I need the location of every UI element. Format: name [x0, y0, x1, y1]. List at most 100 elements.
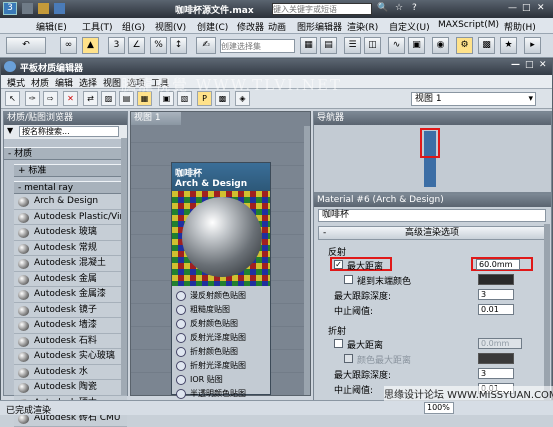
rollout-advanced-rendering[interactable]: - 高级渲染选项 [318, 226, 546, 240]
align-icon[interactable]: ▤ [320, 37, 337, 54]
star-icon[interactable]: ☆ [395, 3, 403, 13]
socket-icon[interactable] [176, 319, 186, 329]
material-name-field[interactable]: 咖啡杯 [318, 209, 546, 222]
node-input-slot[interactable]: 折射颜色贴图 [172, 345, 270, 359]
render-setup-icon[interactable]: ⚙ [456, 37, 473, 54]
group-materials[interactable]: - 材质 [4, 147, 127, 160]
refraction-max-distance-checkbox[interactable] [334, 339, 343, 348]
close-button[interactable]: ✕ [537, 3, 545, 13]
pick-material-icon[interactable]: ✑ [25, 91, 40, 106]
socket-icon[interactable] [176, 333, 186, 343]
rendered-frame-icon[interactable]: ▩ [478, 37, 495, 54]
reflection-max-distance-checkbox[interactable]: ✓ [334, 260, 343, 269]
maximize-button[interactable]: □ [522, 3, 531, 13]
group-mental-ray[interactable]: - mental ray [14, 181, 127, 194]
layer-manager-icon[interactable]: ☰ [344, 37, 361, 54]
fade-to-end-color-checkbox[interactable] [344, 275, 353, 284]
sme-minimize-button[interactable]: — [511, 60, 520, 70]
help-icon[interactable]: ? [412, 3, 417, 13]
ribbon-icon[interactable]: ◫ [364, 37, 381, 54]
sme-maximize-button[interactable]: □ [525, 60, 534, 70]
angle-snap-icon[interactable]: ∠ [128, 37, 145, 54]
node-input-slot[interactable]: 粗糙度贴图 [172, 303, 270, 317]
material-list-item[interactable]: Autodesk 石料 [14, 333, 127, 349]
hide-unused-slots-icon[interactable]: ▨ [101, 91, 116, 106]
socket-icon[interactable] [176, 291, 186, 301]
sme-close-button[interactable]: ✕ [539, 60, 547, 70]
material-list-item[interactable]: Autodesk 实心玻璃 [14, 349, 127, 365]
material-list-item[interactable]: Arch & Design [14, 194, 127, 210]
new-file-icon[interactable] [22, 3, 33, 14]
material-list-item[interactable]: Autodesk 金属漆 [14, 287, 127, 303]
navigator-viewport-rect[interactable] [420, 128, 440, 158]
group-standard[interactable]: + 标准 [14, 164, 127, 177]
socket-icon[interactable] [176, 361, 186, 371]
browser-options-icon[interactable]: ▼ [7, 126, 13, 135]
menu-customize[interactable]: 自定义(U) [389, 20, 430, 33]
refraction-color-swatch[interactable] [478, 353, 514, 364]
curve-editor-icon[interactable]: ∿ [388, 37, 405, 54]
search-icon[interactable]: 🔍 [377, 3, 388, 13]
snap-3d-icon[interactable]: 3 [108, 37, 125, 54]
node-input-slot[interactable]: 反射颜色贴图 [172, 317, 270, 331]
menu-group[interactable]: 组(G) [122, 20, 145, 33]
toolbar-more-icon[interactable]: ▸ [524, 37, 541, 54]
refraction-color-checkbox[interactable] [344, 354, 353, 363]
zoom-dropdown[interactable]: 100% [424, 402, 454, 414]
schematic-view-icon[interactable]: ▣ [408, 37, 425, 54]
reflection-cutoff-spinner[interactable]: 0.01 [478, 304, 514, 315]
sme-menu-material[interactable]: 材质 [31, 76, 49, 89]
material-node[interactable]: 咖啡杯 Arch & Design 漫反射颜色贴图 粗糙度贴图 反射颜色贴图 反射光泽… [171, 162, 271, 399]
undo-button[interactable]: ↶ [6, 37, 46, 54]
sme-menu-edit[interactable]: 编辑 [55, 76, 73, 89]
menu-help[interactable]: 帮助(H) [504, 20, 536, 33]
render-production-icon[interactable]: ★ [500, 37, 517, 54]
save-file-icon[interactable] [54, 3, 65, 14]
menu-animation[interactable]: 动画 [268, 20, 286, 33]
edit-named-selection-icon[interactable]: ✍ [196, 37, 216, 54]
param-scrollbar[interactable] [544, 224, 550, 402]
node-input-slot[interactable]: 漫反射颜色贴图 [172, 289, 270, 303]
view-dropdown[interactable]: 视图 1 ▾ [411, 92, 536, 106]
sme-menu-view[interactable]: 视图 [103, 76, 121, 89]
node-input-slot[interactable]: 反射光泽度贴图 [172, 331, 270, 345]
socket-icon[interactable] [176, 347, 186, 357]
refraction-max-distance-spinner[interactable]: 0.0mm [478, 338, 522, 349]
percent-snap-icon[interactable]: % [150, 37, 167, 54]
minimize-button[interactable]: — [508, 3, 517, 13]
open-file-icon[interactable] [38, 3, 49, 14]
material-list-item[interactable]: Autodesk 墙漆 [14, 318, 127, 334]
material-list-item[interactable]: Autodesk 陶瓷 [14, 380, 127, 396]
move-children-icon[interactable]: ⇄ [83, 91, 98, 106]
material-preview[interactable] [172, 191, 270, 286]
refraction-max-depth-spinner[interactable]: 3 [478, 368, 514, 379]
browser-scrollbar[interactable] [121, 138, 127, 395]
reflection-max-distance-spinner[interactable]: 60.0mm [476, 259, 520, 270]
socket-icon[interactable] [176, 375, 186, 385]
material-list-item[interactable]: Autodesk 玻璃 [14, 225, 127, 241]
spinner-snap-icon[interactable]: ↕ [170, 37, 187, 54]
menu-edit[interactable]: 编辑(E) [36, 20, 67, 33]
material-list-item[interactable]: Autodesk 金属 [14, 271, 127, 287]
menu-modifiers[interactable]: 修改器 [237, 20, 264, 33]
menu-graph-editors[interactable]: 图形编辑器 [297, 20, 342, 33]
put-to-scene-icon[interactable]: ⇨ [43, 91, 58, 106]
select-tool-icon[interactable]: ↖ [5, 91, 20, 106]
view-scrollbar[interactable] [304, 126, 310, 395]
node-input-slot[interactable]: 折射光泽度贴图 [172, 359, 270, 373]
delete-icon[interactable]: ✕ [63, 91, 78, 106]
view-tab[interactable]: 视图 1 [131, 112, 181, 125]
sme-menu-select[interactable]: 选择 [79, 76, 97, 89]
browser-search-input[interactable]: 按名称搜索... [19, 126, 119, 137]
menu-rendering[interactable]: 渲染(R) [347, 20, 378, 33]
material-editor-icon[interactable]: ◉ [432, 37, 449, 54]
search-input[interactable] [272, 3, 372, 15]
selection-set-dropdown[interactable] [220, 39, 295, 53]
fade-end-color-swatch[interactable] [478, 274, 514, 285]
node-input-slot[interactable]: IOR 贴图 [172, 373, 270, 387]
select-object-icon[interactable]: ▲ [82, 37, 99, 54]
menu-views[interactable]: 视图(V) [155, 20, 186, 33]
socket-icon[interactable] [176, 389, 186, 399]
navigator-canvas[interactable] [314, 125, 551, 192]
mirror-icon[interactable]: ▦ [300, 37, 317, 54]
